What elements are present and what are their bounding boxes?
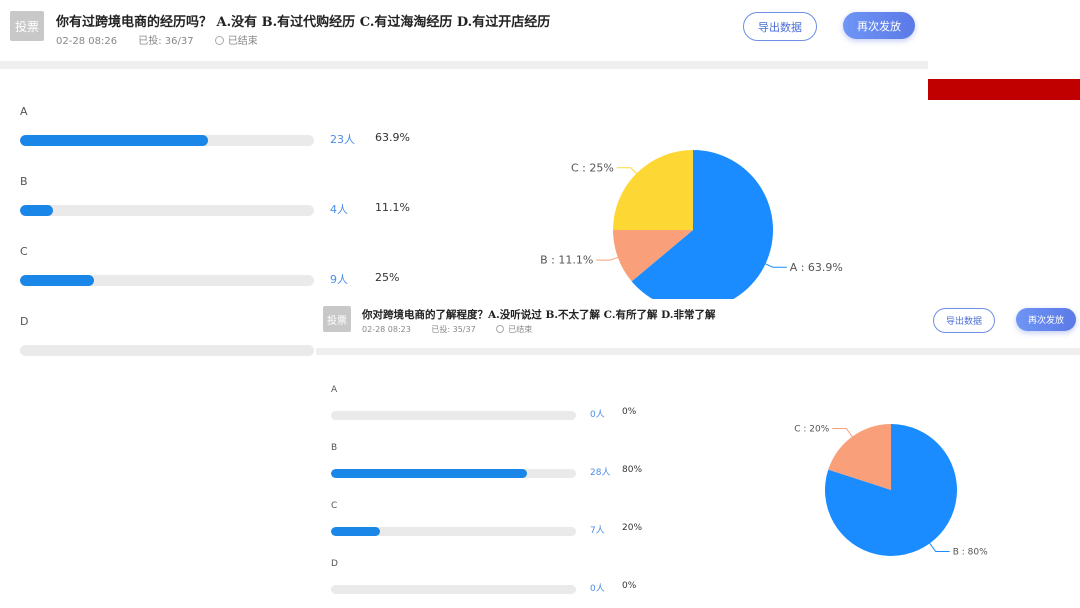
option-percent: 11.1% <box>375 201 410 214</box>
poll-meta: 02-28 08:23 已投: 35/37 已结束 <box>362 324 550 335</box>
poll-pie-chart: A : 63.9% B : 11.1% C : 25% <box>540 150 843 302</box>
option-percent: 20% <box>622 523 643 533</box>
option-percent: 80% <box>622 465 643 475</box>
option-label: C <box>331 501 338 511</box>
pie-leader-line <box>596 256 618 261</box>
resend-button[interactable]: 再次发放 <box>843 12 915 39</box>
option-count: 23人 <box>330 133 355 146</box>
option-label: B <box>20 175 28 188</box>
option-label: D <box>20 315 29 328</box>
poll-question-title: 你对跨境电商的了解程度？A.没听说过 B.不太了解 C.有所了解 D.非常了解 <box>362 309 716 321</box>
export-data-button[interactable]: 导出数据 <box>743 12 817 41</box>
option-progress-fill <box>331 469 527 478</box>
resend-button[interactable]: 再次发放 <box>1016 308 1076 331</box>
option-progress-track <box>20 275 314 286</box>
option-percent: 0% <box>622 581 637 591</box>
pie-leader-line <box>832 428 853 437</box>
section-divider <box>316 348 1080 355</box>
option-progress-track <box>20 205 314 216</box>
pie-leader-line <box>765 263 787 268</box>
clock-icon <box>496 325 505 333</box>
option-progress-fill <box>331 527 380 536</box>
option-label: D <box>331 559 338 569</box>
clock-icon <box>214 36 224 45</box>
option-progress-track <box>331 411 576 420</box>
option-label: A <box>331 385 338 395</box>
poll-date: 02-28 08:23 <box>362 325 411 334</box>
pie-slice-c <box>613 150 693 230</box>
option-percent: 0% <box>622 407 637 417</box>
option-percent: 63.9% <box>375 131 410 144</box>
option-label: B <box>331 443 338 453</box>
section-divider <box>0 61 928 69</box>
pie-slice-label: C : 25% <box>571 161 614 174</box>
option-progress-track <box>331 527 576 536</box>
pie-slice-label: B : 80% <box>953 548 988 558</box>
option-percent: 25% <box>375 271 400 284</box>
option-label: A <box>20 105 28 118</box>
pie-leader-line <box>929 543 950 552</box>
poll-question-title: 你有过跨境电商的经历吗？ A.没有 B.有过代购经历 C.有过海淘经历 D.有过… <box>56 15 551 30</box>
option-progress-track <box>331 585 576 594</box>
pie-leader-line <box>616 167 637 174</box>
option-count: 7人 <box>590 526 605 536</box>
option-progress-fill <box>20 205 53 216</box>
poll-status: 已结束 <box>214 36 258 47</box>
poll-date: 02-28 08:26 <box>56 36 118 47</box>
pie-slice-label: A : 63.9% <box>790 261 843 274</box>
red-overlay-bar <box>928 79 1080 100</box>
pie-slice-label: C : 20% <box>794 425 829 435</box>
poll-badge: 投票 <box>323 306 351 332</box>
poll-pie-chart: B : 80% C : 20% <box>794 424 988 558</box>
poll-voted-count: 已投: 35/37 <box>431 325 476 334</box>
option-progress-fill <box>20 275 94 286</box>
export-data-button[interactable]: 导出数据 <box>933 308 995 333</box>
poll-badge: 投票 <box>10 11 44 41</box>
option-count: 0人 <box>590 410 605 420</box>
option-label: C <box>20 245 28 258</box>
option-count: 4人 <box>330 203 348 216</box>
option-count: 0人 <box>590 584 605 594</box>
poll-meta: 02-28 08:26 已投: 36/37 已结束 <box>56 32 276 47</box>
option-count: 28人 <box>590 468 611 478</box>
option-count: 9人 <box>330 273 348 286</box>
poll-voted-count: 已投: 36/37 <box>138 36 194 47</box>
option-progress-fill <box>20 135 208 146</box>
option-progress-track <box>331 469 576 478</box>
option-progress-track <box>20 345 314 356</box>
pie-slice-label: B : 11.1% <box>540 254 593 267</box>
option-progress-track <box>20 135 314 146</box>
poll-status: 已结束 <box>496 325 532 334</box>
